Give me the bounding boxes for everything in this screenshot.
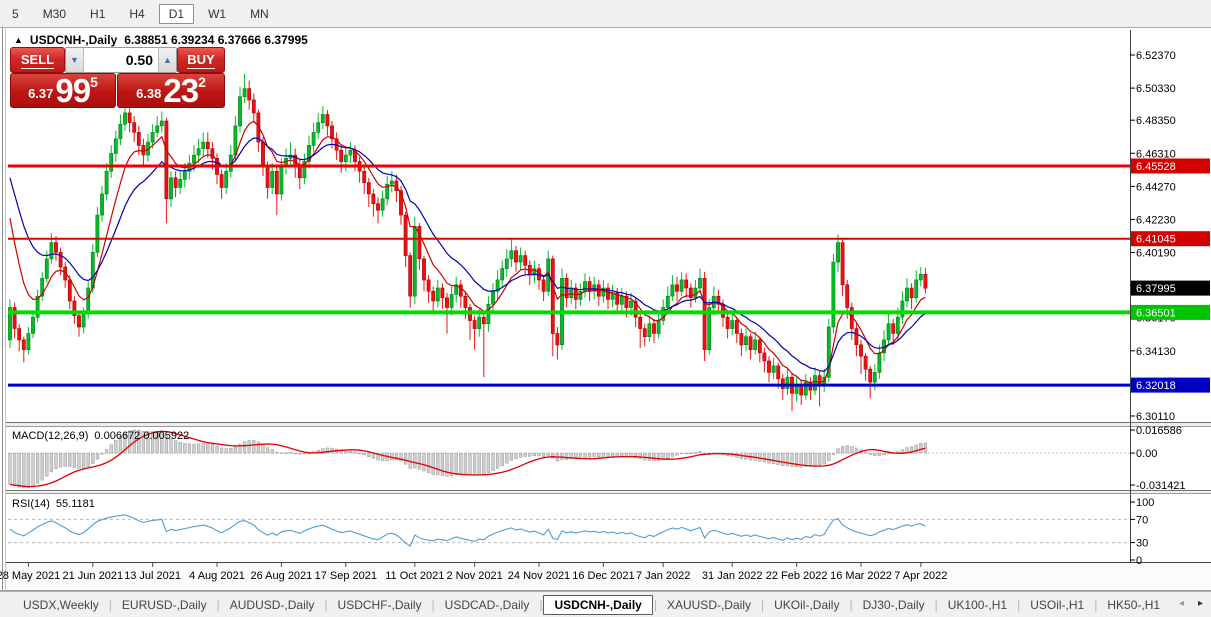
ask-price-box[interactable]: 6.38 23 2 [117, 73, 225, 108]
price-axis-label: 6.48350 [1136, 115, 1176, 127]
macd-name: MACD(12,26,9) [12, 430, 88, 442]
symbol-tab-USDCHF-Daily[interactable]: USDCHF-,Daily [329, 595, 431, 615]
price-axis-label: 6.30110 [1136, 411, 1175, 423]
date-label: 7 Jan 2022 [636, 570, 690, 582]
symbol-tab-USDX-Weekly[interactable]: USDX,Weekly [14, 595, 108, 615]
bid-price-pip: 5 [90, 75, 98, 89]
symbol-tab-DJ30-Daily[interactable]: DJ30-,Daily [854, 595, 934, 615]
ask-price-big: 23 [163, 76, 198, 106]
price-axis-label: 6.44270 [1136, 181, 1176, 193]
macd-values: 0.006672 0.005922 [94, 430, 189, 442]
one-click-trade-panel: SELL ▼ 0.50 ▲ BUY 6.37 99 5 6.38 23 2 [10, 47, 223, 105]
date-label: 26 Aug 2021 [251, 570, 313, 582]
date-label: 13 Jul 2021 [124, 570, 181, 582]
date-label: 16 Mar 2022 [830, 570, 892, 582]
volume-increase-button[interactable]: ▲ [158, 48, 176, 72]
buy-button[interactable]: BUY [177, 47, 225, 73]
symbol-tab-UKOil-Daily[interactable]: UKOil-,Daily [765, 595, 848, 615]
tab-separator: | [849, 598, 852, 612]
tab-separator: | [935, 598, 938, 612]
collapse-panel-icon[interactable]: ▲ [14, 35, 23, 45]
chart-ohlc-values: 6.38851 6.39234 6.37666 6.37995 [124, 33, 308, 47]
date-label: 21 Jun 2021 [63, 570, 124, 582]
tab-separator: | [654, 598, 657, 612]
symbol-tab-XAUUSD-Daily[interactable]: XAUUSD-,Daily [658, 595, 760, 615]
rsi-scale-label: 0 [1136, 555, 1142, 567]
date-label: 22 Feb 2022 [766, 570, 828, 582]
date-label: 16 Dec 2021 [572, 570, 634, 582]
tab-separator: | [1017, 598, 1020, 612]
date-label: 11 Oct 2021 [385, 570, 444, 582]
symbol-tab-list: USDX,Weekly|EURUSD-,Daily|AUDUSD-,Daily|… [0, 595, 1169, 615]
tab-separator: | [761, 598, 764, 612]
tab-separator: | [539, 598, 542, 612]
date-label: 24 Nov 2021 [508, 570, 570, 582]
rsi-value: 55.1181 [56, 498, 95, 510]
date-label: 17 Sep 2021 [315, 570, 377, 582]
rsi-scale-label: 100 [1136, 497, 1154, 509]
tab-scroll-right-icon[interactable]: ▸ [1198, 598, 1203, 609]
level-price-badge-text: 6.45528 [1136, 161, 1176, 173]
bid-price-box[interactable]: 6.37 99 5 [10, 73, 116, 108]
symbol-tab-EURUSD-Daily[interactable]: EURUSD-,Daily [113, 595, 216, 615]
symbol-tab-bar: USDX,Weekly|EURUSD-,Daily|AUDUSD-,Daily|… [0, 591, 1211, 617]
volume-decrease-button[interactable]: ▼ [66, 48, 84, 72]
symbol-tab-AUDUSD-Daily[interactable]: AUDUSD-,Daily [221, 595, 324, 615]
chart-symbol-title: USDCNH-,Daily [30, 33, 117, 47]
rsi-name: RSI(14) [12, 498, 50, 510]
bid-price-prefix: 6.37 [28, 82, 53, 106]
macd-scale-label: -0.031421 [1136, 480, 1186, 492]
rsi-indicator-label: RSI(14) 55.1181 [12, 498, 95, 510]
date-label: 4 Aug 2021 [189, 570, 245, 582]
macd-indicator-label: MACD(12,26,9) 0.006672 0.005922 [12, 430, 189, 442]
symbol-tab-USDCNH-Daily[interactable]: USDCNH-,Daily [543, 595, 652, 615]
ask-price-prefix: 6.38 [136, 82, 161, 106]
bid-price-big: 99 [55, 76, 90, 106]
price-axis-label: 6.50330 [1136, 83, 1176, 95]
price-axis-label: 6.34130 [1136, 346, 1176, 358]
macd-scale-label: 0.00 [1136, 448, 1157, 460]
price-axis-label: 6.52370 [1136, 50, 1176, 62]
symbol-tab-USOil-H1[interactable]: USOil-,H1 [1021, 595, 1093, 615]
sell-button-label: SELL [21, 52, 54, 69]
ask-price-pip: 2 [198, 75, 206, 89]
macd-scale-label: 0.016586 [1136, 425, 1182, 437]
tab-separator: | [109, 598, 112, 612]
date-label: 31 Jan 2022 [702, 570, 763, 582]
date-label: 28 May 2021 [0, 570, 60, 582]
price-axis-label: 6.42230 [1136, 214, 1176, 226]
terminal-window: 5M30H1H4D1W1MN 6.523706.503306.483506.46… [0, 0, 1211, 616]
date-label: 7 Apr 2022 [894, 570, 947, 582]
chart-title-bar: ▲ USDCNH-,Daily 6.38851 6.39234 6.37666 … [14, 33, 308, 47]
tab-scroll-arrows: ◂ ▸ [1179, 598, 1203, 609]
current-price-badge-text: 6.37995 [1136, 283, 1176, 295]
tab-scroll-left-icon[interactable]: ◂ [1179, 598, 1184, 609]
symbol-tab-HK50-H1[interactable]: HK50-,H1 [1098, 595, 1169, 615]
sell-button[interactable]: SELL [10, 47, 65, 73]
rsi-scale-label: 70 [1136, 514, 1148, 526]
symbol-tab-UK100-H1[interactable]: UK100-,H1 [939, 595, 1016, 615]
tab-separator: | [1094, 598, 1097, 612]
tab-separator: | [432, 598, 435, 612]
volume-spinner: ▼ 0.50 ▲ [65, 47, 177, 73]
symbol-tab-USDCAD-Daily[interactable]: USDCAD-,Daily [436, 595, 539, 615]
buy-button-label: BUY [187, 52, 214, 69]
price-axis-label: 6.40190 [1136, 248, 1176, 260]
tab-separator: | [324, 598, 327, 612]
rsi-scale-label: 30 [1136, 538, 1148, 550]
level-price-badge-text: 6.36501 [1136, 307, 1176, 319]
tab-separator: | [217, 598, 220, 612]
volume-input[interactable]: 0.50 [84, 48, 158, 72]
date-label: 2 Nov 2021 [446, 570, 502, 582]
pane-separator [6, 423, 1211, 427]
level-price-badge-text: 6.32018 [1136, 380, 1176, 392]
level-price-badge-text: 6.41045 [1136, 234, 1176, 246]
